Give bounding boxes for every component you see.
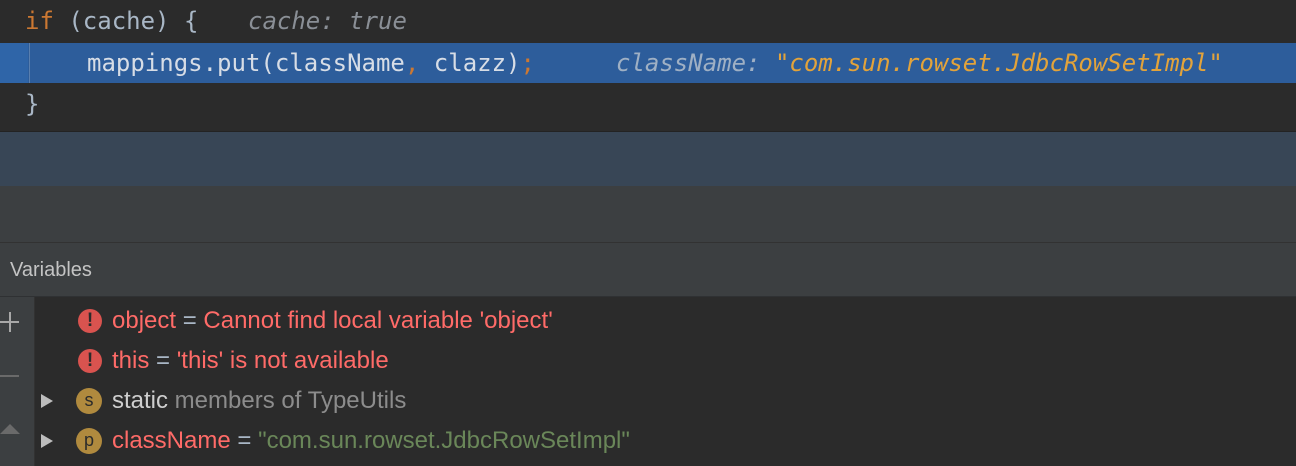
code-mappings-put: mappings.put(className xyxy=(87,49,405,77)
code-line-if-cache[interactable]: if (cache) { cache: true xyxy=(0,1,1296,41)
inline-debug-value: true xyxy=(349,7,407,35)
code-clazz-arg: clazz) xyxy=(419,49,521,77)
variable-row-this[interactable]: ! this = 'this' is not available xyxy=(35,341,1296,381)
variable-row-object[interactable]: ! object = Cannot find local variable 'o… xyxy=(35,301,1296,341)
error-icon: ! xyxy=(78,309,102,333)
expand-arrow-icon[interactable] xyxy=(41,394,53,408)
variable-error-message: Cannot find local variable 'object' xyxy=(203,307,553,334)
inline-debug-value: "com.sun.rowset.JdbcRowSetImpl" xyxy=(774,49,1223,77)
code-editor[interactable]: if (cache) { cache: true mappings.put(cla… xyxy=(0,0,1296,132)
variable-name: className xyxy=(112,427,231,454)
variables-panel-title: Variables xyxy=(10,259,92,281)
variable-equals: = xyxy=(176,307,204,334)
keyword-if: if xyxy=(25,7,54,35)
static-badge-icon: s xyxy=(76,388,102,414)
variable-row-classname[interactable]: p className = "com.sun.rowset.JdbcRowSet… xyxy=(35,421,1296,461)
indent-guide xyxy=(29,43,30,83)
parameter-badge-icon: p xyxy=(76,428,102,454)
add-watch-icon[interactable] xyxy=(0,312,20,332)
variable-description: members of TypeUtils xyxy=(168,387,407,414)
variable-string-value: "com.sun.rowset.JdbcRowSetImpl" xyxy=(258,427,630,454)
error-icon: ! xyxy=(78,349,102,373)
variable-equals: = xyxy=(230,427,259,454)
variables-tree[interactable]: ! object = Cannot find local variable 'o… xyxy=(35,297,1296,466)
remove-watch-icon[interactable] xyxy=(0,375,19,377)
inline-debug-name: className: xyxy=(616,49,761,77)
variable-name: object xyxy=(112,307,177,334)
expand-arrow-icon[interactable] xyxy=(41,434,53,448)
variable-row-static[interactable]: s static members of TypeUtils xyxy=(35,381,1296,421)
code-comma: , xyxy=(404,49,420,77)
code-condition: (cache) { xyxy=(53,7,199,35)
code-semicolon: ; xyxy=(520,49,535,77)
frames-highlight-strip[interactable] xyxy=(0,132,1296,186)
move-up-icon[interactable] xyxy=(0,424,20,434)
closing-brace: } xyxy=(25,90,40,118)
variable-name: this xyxy=(112,347,150,374)
variable-equals: = xyxy=(149,347,177,374)
variable-error-message: 'this' is not available xyxy=(176,347,389,374)
panel-spacer xyxy=(0,186,1296,242)
current-execution-line[interactable]: mappings.put(className, clazz); classNam… xyxy=(0,43,1296,83)
inline-debug-name: cache: xyxy=(248,7,335,35)
code-line-closing-brace[interactable]: } xyxy=(0,84,1296,124)
execution-gutter-marker xyxy=(0,43,28,83)
variable-name: static xyxy=(112,387,169,414)
variables-panel-header: Variables xyxy=(0,243,1296,297)
